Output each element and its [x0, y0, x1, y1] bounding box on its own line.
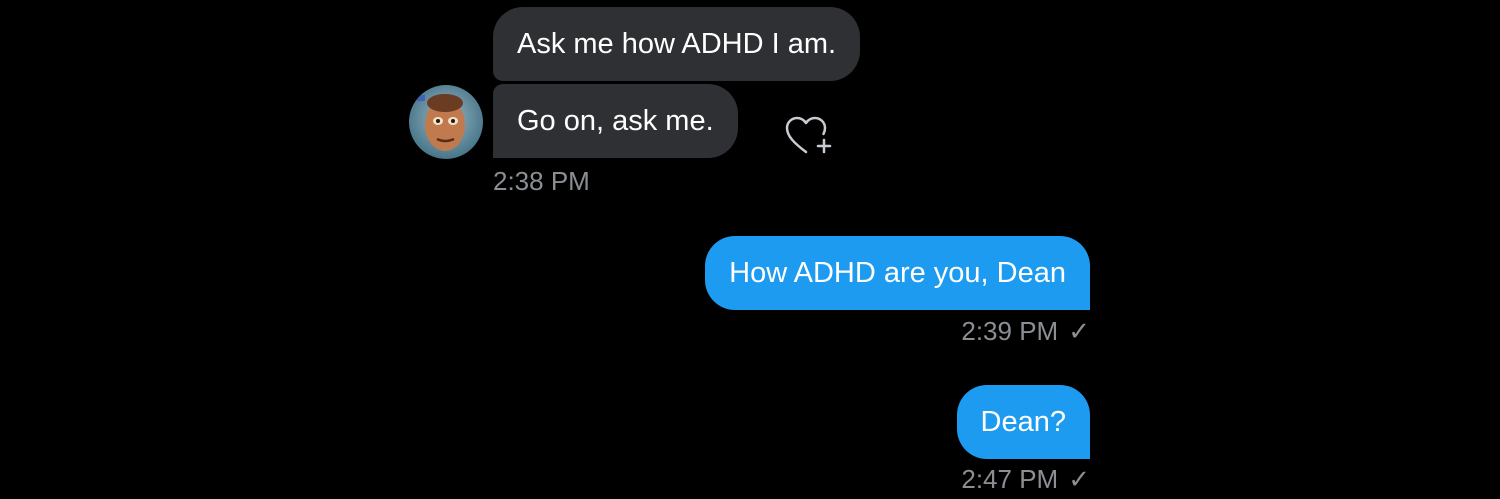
- check-icon: ✓: [1068, 316, 1090, 346]
- incoming-message-bubble[interactable]: Ask me how ADHD I am.: [493, 7, 861, 81]
- message-text: Dean?: [980, 406, 1066, 438]
- message-text: Ask me how ADHD I am.: [517, 28, 837, 60]
- avatar[interactable]: [409, 85, 483, 159]
- message-timestamp: 2:38 PM: [493, 166, 590, 196]
- heart-add-icon[interactable]: [784, 114, 832, 158]
- avatar-image: [409, 85, 483, 159]
- outgoing-message-bubble[interactable]: How ADHD are you, Dean: [705, 236, 1090, 310]
- check-icon: ✓: [1068, 464, 1090, 494]
- message-text: Go on, ask me.: [517, 105, 714, 137]
- message-timestamp: 2:47 PM ✓: [961, 464, 1090, 494]
- incoming-message-bubble[interactable]: Go on, ask me.: [493, 84, 738, 158]
- outgoing-message-bubble[interactable]: Dean?: [956, 385, 1090, 459]
- message-timestamp: 2:39 PM ✓: [961, 316, 1090, 346]
- message-text: How ADHD are you, Dean: [729, 257, 1066, 289]
